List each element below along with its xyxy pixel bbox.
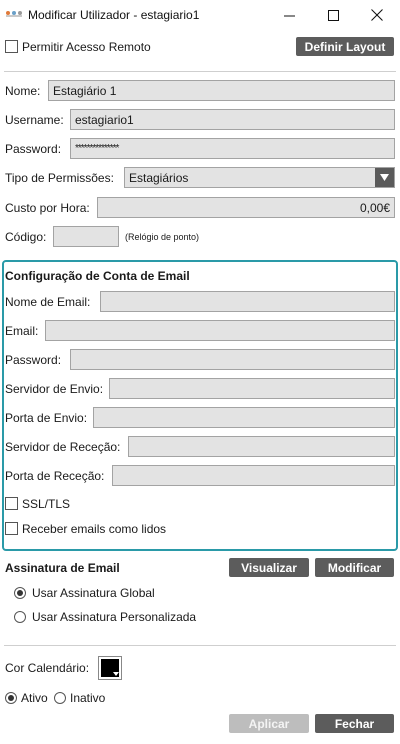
username-label: Username: [5, 113, 64, 127]
code-field[interactable] [53, 226, 119, 247]
email-name-field[interactable] [100, 291, 395, 312]
modify-signature-button[interactable]: Modificar [315, 558, 394, 577]
signature-heading: Assinatura de Email [5, 561, 120, 575]
incoming-server-field[interactable] [128, 436, 395, 457]
mark-read-label: Receber emails como lidos [22, 522, 167, 536]
email-name-label: Nome de Email: [5, 295, 91, 309]
name-field[interactable]: Estagiário 1 [48, 80, 395, 101]
cost-field[interactable]: 0,00€ [97, 197, 395, 218]
smtp-port-field[interactable] [93, 407, 395, 428]
active-radio[interactable] [5, 692, 17, 704]
email-label: Email: [5, 324, 39, 338]
incoming-port-field[interactable] [112, 465, 395, 486]
define-layout-button[interactable]: Definir Layout [296, 37, 394, 56]
title-bar: Modificar Utilizador - estagiario1 [0, 0, 400, 30]
divider [4, 71, 396, 72]
global-signature-label: Usar Assinatura Global [32, 586, 155, 600]
password-field[interactable]: *************** [70, 138, 395, 159]
ssl-label: SSL/TLS [22, 497, 71, 511]
smtp-server-label: Servidor de Envio: [5, 382, 104, 396]
cost-label: Custo por Hora: [5, 201, 90, 215]
username-field[interactable]: estagiario1 [70, 109, 395, 130]
remote-access-label: Permitir Acesso Remoto [22, 40, 151, 54]
code-label: Código: [5, 230, 47, 244]
permissions-select[interactable]: Estagiários [124, 167, 395, 188]
close-window-button[interactable] [355, 0, 399, 30]
email-password-label: Password: [5, 353, 62, 367]
incoming-server-label: Servidor de Receção: [5, 440, 121, 454]
minimize-button[interactable] [267, 0, 311, 30]
inactive-radio[interactable] [54, 692, 66, 704]
custom-signature-label: Usar Assinatura Personalizada [32, 610, 197, 624]
minimize-icon [283, 15, 295, 16]
code-note: (Relógio de ponto) [125, 232, 200, 242]
mark-read-checkbox[interactable] [5, 522, 18, 535]
calendar-color-picker[interactable] [98, 656, 122, 680]
preview-signature-button[interactable]: Visualizar [229, 558, 309, 577]
smtp-port-label: Porta de Envio: [5, 411, 88, 425]
window-title: Modificar Utilizador - estagiario1 [28, 8, 200, 22]
active-label: Ativo [21, 691, 48, 705]
dropdown-arrow-icon [113, 672, 119, 676]
apply-button[interactable]: Aplicar [229, 714, 309, 733]
app-icon [6, 11, 22, 19]
email-password-field[interactable] [70, 349, 395, 370]
custom-signature-radio[interactable] [14, 611, 26, 623]
maximize-button[interactable] [311, 0, 355, 30]
inactive-label: Inativo [70, 691, 106, 705]
close-button[interactable]: Fechar [315, 714, 394, 733]
maximize-icon [327, 9, 339, 21]
email-field[interactable] [45, 320, 395, 341]
ssl-checkbox[interactable] [5, 497, 18, 510]
incoming-port-label: Porta de Receção: [5, 469, 105, 483]
smtp-server-field[interactable] [109, 378, 395, 399]
email-group-heading: Configuração de Conta de Email [5, 269, 190, 283]
divider [4, 645, 396, 646]
permissions-value: Estagiários [129, 170, 189, 185]
dropdown-arrow-icon[interactable] [375, 168, 394, 187]
remote-access-checkbox[interactable] [5, 40, 18, 53]
calendar-color-label: Cor Calendário: [5, 661, 90, 675]
name-label: Nome: [5, 84, 41, 98]
permissions-label: Tipo de Permissões: [5, 171, 114, 185]
global-signature-radio[interactable] [14, 587, 26, 599]
password-label: Password: [5, 142, 62, 156]
close-icon [371, 9, 383, 21]
